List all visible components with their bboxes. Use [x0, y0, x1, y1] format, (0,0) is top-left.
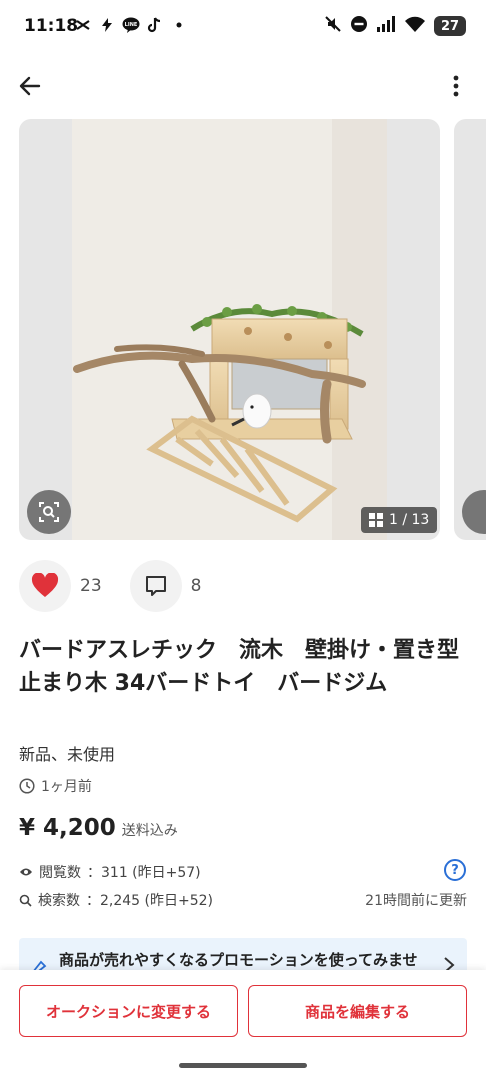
status-notification-icons: LINE — [74, 16, 188, 34]
capcut-icon — [74, 16, 92, 34]
search-value: ：2,245 (昨日+52) — [86, 893, 213, 909]
dot-icon — [170, 16, 188, 34]
posted-time: 1ヶ月前 — [19, 776, 92, 796]
comment-count: 8 — [190, 576, 202, 596]
price-row: ¥ 4,200 送料込み — [19, 815, 178, 841]
wifi-icon — [404, 15, 426, 37]
more-vertical-icon — [453, 75, 459, 97]
top-app-bar — [0, 62, 486, 110]
back-button[interactable] — [14, 70, 46, 102]
help-icon[interactable]: ? — [444, 859, 466, 881]
status-bar: 11:18 LINE 27 — [0, 0, 486, 52]
svg-text:LINE: LINE — [125, 22, 138, 28]
product-condition: 新品、未使用 — [19, 745, 116, 764]
posted-time-text: 1ヶ月前 — [41, 779, 92, 795]
search-stat: 検索数 ：2,245 (昨日+52) — [19, 890, 213, 910]
image-carousel[interactable]: 1 / 13 — [19, 119, 486, 541]
product-photo-image — [72, 119, 387, 540]
image-counter-text: 1 / 13 — [389, 512, 430, 528]
home-indicator[interactable] — [179, 1063, 307, 1068]
eye-icon — [20, 868, 32, 876]
clock-icon — [19, 778, 35, 794]
comment-button[interactable] — [129, 560, 182, 612]
arrow-left-icon — [19, 76, 41, 96]
mute-icon — [324, 15, 342, 37]
search-icon — [19, 894, 32, 907]
status-time: 11:18 — [24, 16, 79, 36]
shipping-note: 送料込み — [121, 823, 178, 839]
heart-icon — [31, 573, 59, 597]
reaction-bar: 23 8 — [19, 560, 229, 612]
image-search-icon — [39, 502, 59, 522]
comment-icon — [145, 576, 166, 596]
price: ¥ 4,200 — [19, 815, 116, 841]
promotion-text: 商品が売れやすくなるプロモーションを使ってみませ — [59, 951, 418, 969]
search-label: 検索数 — [38, 893, 80, 909]
status-system-icons: 27 — [324, 15, 466, 37]
signal-icon — [376, 15, 396, 37]
like-button[interactable] — [19, 560, 71, 612]
next-photo-preview[interactable] — [454, 119, 486, 540]
bottom-action-bar: オークションに変更する 商品を編集する — [0, 970, 486, 1080]
product-title: バードアスレチック 流木 壁掛け・置き型 止まり木 34バードトイ バードジム — [19, 638, 486, 696]
change-to-auction-button[interactable]: オークションに変更する — [19, 985, 238, 1037]
tiktok-icon — [146, 16, 164, 34]
visual-search-button[interactable] — [27, 490, 71, 534]
updated-time: 21時間前に更新 — [365, 893, 467, 909]
dnd-icon — [350, 15, 368, 37]
next-visual-search-button[interactable] — [462, 490, 486, 534]
line-icon: LINE — [122, 16, 140, 34]
edit-item-button[interactable]: 商品を編集する — [248, 985, 467, 1037]
battery-icon: 27 — [434, 16, 466, 36]
more-options-button[interactable] — [440, 70, 472, 102]
views-stat: 閲覧数 ：311 (昨日+57) — [19, 862, 201, 882]
bolt-app-icon — [98, 16, 116, 34]
product-photo[interactable]: 1 / 13 — [19, 119, 440, 540]
image-counter: 1 / 13 — [361, 507, 438, 533]
views-label: 閲覧数 — [39, 865, 81, 881]
grid-icon — [369, 513, 383, 527]
like-count: 23 — [80, 576, 102, 596]
views-value: ：311 (昨日+57) — [87, 865, 201, 881]
